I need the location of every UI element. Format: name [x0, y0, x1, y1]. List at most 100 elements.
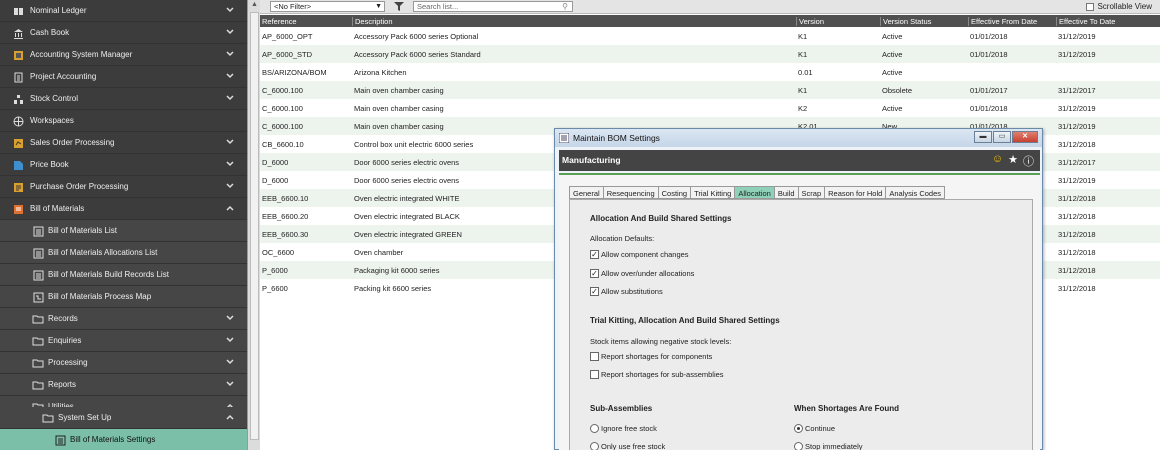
chevron-up-icon	[225, 203, 235, 213]
sidebar-item-workspaces[interactable]: Workspaces	[0, 110, 247, 132]
table-row[interactable]: AP_6000_STD Accessory Pack 6000 series St…	[260, 45, 1160, 63]
folder-icon	[42, 412, 54, 424]
column-header-effective-to[interactable]: Effective To Date	[1056, 17, 1115, 26]
sidebar-item-nominal-ledger[interactable]: Nominal Ledger	[0, 0, 247, 22]
sidebar-item-project-accounting[interactable]: Project Accounting	[0, 66, 247, 88]
settings-tabs: General Resequencing Costing Trial Kitti…	[569, 186, 946, 199]
sidebar-folder-records[interactable]: Records	[0, 308, 247, 330]
favourite-star-icon[interactable]: ★	[1008, 153, 1018, 169]
radio-circle[interactable]	[794, 424, 803, 433]
table-cell: Active	[882, 32, 903, 41]
radio-stop-immediately[interactable]: Stop immediately	[794, 442, 863, 450]
column-header-version-status[interactable]: Version Status	[880, 17, 931, 26]
sidebar-item-price-book[interactable]: Price Book	[0, 154, 247, 176]
table-cell: Arizona Kitchen	[354, 68, 407, 77]
sidebar-item-bom-allocations-list[interactable]: Bill of Materials Allocations List	[0, 242, 247, 264]
bom-icon	[12, 203, 24, 215]
table-cell: 31/12/2018	[1058, 266, 1096, 275]
checkbox-box[interactable]: ✓	[590, 287, 599, 296]
table-cell: Obsolete	[882, 86, 913, 95]
sidebar-folder-processing[interactable]: Processing	[0, 352, 247, 374]
grid-header: Reference Description Version Version St…	[260, 15, 1160, 27]
maximize-button[interactable]: ▭	[993, 131, 1011, 143]
sidebar-scrollbar[interactable]: ▲	[247, 0, 260, 450]
list-icon	[32, 269, 44, 281]
tab-costing[interactable]: Costing	[657, 186, 691, 199]
table-cell: 31/12/2017	[1058, 86, 1096, 95]
table-cell: EEB_6600.30	[262, 230, 309, 239]
help-icon[interactable]: ⓘ	[1023, 153, 1034, 169]
checkbox-box[interactable]	[590, 370, 599, 379]
close-button[interactable]: ✕	[1012, 131, 1038, 143]
checkbox-allow-over-under-allocations[interactable]: ✓ Allow over/under allocations	[590, 269, 694, 278]
table-cell: Oven chamber	[354, 248, 404, 257]
tab-build[interactable]: Build	[773, 186, 798, 199]
dialog-titlebar[interactable]: Maintain BOM Settings ▬ ▭ ✕	[555, 129, 1042, 147]
radio-continue[interactable]: Continue	[794, 424, 835, 433]
checkbox-allow-substitutions[interactable]: ✓ Allow substitutions	[590, 287, 663, 296]
table-cell: 31/12/2018	[1058, 212, 1096, 221]
sidebar-item-bom-settings[interactable]: Bill of Materials Settings	[0, 429, 247, 450]
filter-funnel-icon[interactable]	[393, 1, 405, 12]
tab-general[interactable]: General	[569, 186, 603, 199]
scrollbar-thumb[interactable]	[250, 12, 259, 440]
sidebar-item-stock-control[interactable]: Stock Control	[0, 88, 247, 110]
table-cell: C_6000.100	[262, 104, 303, 113]
radio-circle[interactable]	[794, 442, 803, 450]
radio-circle[interactable]	[590, 424, 599, 433]
tab-trial-kitting[interactable]: Trial Kitting	[690, 186, 735, 199]
smiley-feedback-icon[interactable]: ☺	[992, 153, 1003, 169]
checkbox-report-shortages-components[interactable]: Report shortages for components	[590, 352, 712, 361]
checkbox-allow-component-changes[interactable]: ✓ Allow component changes	[590, 250, 689, 259]
scrollable-view-toggle[interactable]: Scrollable View	[1086, 1, 1152, 12]
column-header-reference[interactable]: Reference	[260, 17, 297, 26]
sidebar-item-bom-process-map[interactable]: Bill of Materials Process Map	[0, 286, 247, 308]
sidebar-item-bom-build-records-list[interactable]: Bill of Materials Build Records List	[0, 264, 247, 286]
tab-analysis-codes[interactable]: Analysis Codes	[885, 186, 946, 199]
radio-ignore-free-stock[interactable]: Ignore free stock	[590, 424, 657, 433]
tab-allocation[interactable]: Allocation	[734, 186, 774, 199]
checkbox-report-shortages-subassemblies[interactable]: Report shortages for sub-assemblies	[590, 370, 724, 379]
checkbox-box[interactable]: ✓	[590, 250, 599, 259]
sidebar-folder-system-set-up[interactable]: System Set Up	[0, 407, 247, 429]
sidebar-item-accounting-system-manager[interactable]: Accounting System Manager	[0, 44, 247, 66]
sidebar-item-sales-order-processing[interactable]: Sales Order Processing	[0, 132, 247, 154]
table-row[interactable]: C_6000.100 Main oven chamber casing K1 Obso…	[260, 81, 1160, 99]
filter-select[interactable]: <No Filter> ▼	[270, 1, 385, 12]
column-header-version[interactable]: Version	[796, 17, 824, 26]
scrollable-view-checkbox[interactable]	[1086, 2, 1095, 11]
tab-scrap[interactable]: Scrap	[797, 186, 825, 199]
folder-icon	[32, 313, 44, 325]
sidebar-folder-enquiries[interactable]: Enquiries	[0, 330, 247, 352]
table-cell: Active	[882, 104, 903, 113]
chevron-down-icon	[225, 159, 235, 169]
table-cell: Main oven chamber casing	[354, 86, 444, 95]
chevron-down-icon	[225, 5, 235, 15]
table-row[interactable]: C_6000.100 Main oven chamber casing K2 Acti…	[260, 99, 1160, 117]
tab-resequencing[interactable]: Resequencing	[602, 186, 658, 199]
radio-only-use-free-stock[interactable]: Only use free stock	[590, 442, 665, 450]
scroll-up-arrow-icon[interactable]: ▲	[250, 0, 259, 10]
checkbox-box[interactable]: ✓	[590, 269, 599, 278]
sidebar-item-bom-list[interactable]: Bill of Materials List	[0, 220, 247, 242]
table-row[interactable]: AP_6000_OPT Accessory Pack 6000 series Op…	[260, 27, 1160, 45]
search-input[interactable]: Search list... ⚲	[413, 1, 573, 12]
bank-icon	[12, 27, 24, 39]
sidebar-item-cash-book[interactable]: Cash Book	[0, 22, 247, 44]
sidebar-item-purchase-order-processing[interactable]: Purchase Order Processing	[0, 176, 247, 198]
tab-reason-for-hold[interactable]: Reason for Hold	[824, 186, 886, 199]
project-icon	[12, 71, 24, 83]
checkbox-box[interactable]	[590, 352, 599, 361]
list-toolbar: <No Filter> ▼ Search list... ⚲ Scrollabl…	[260, 0, 1160, 14]
search-icon[interactable]: ⚲	[562, 2, 568, 11]
minimize-button[interactable]: ▬	[974, 131, 992, 143]
sidebar-folder-reports[interactable]: Reports	[0, 374, 247, 396]
allocation-defaults-label: Allocation Defaults:	[590, 234, 655, 243]
column-header-effective-from[interactable]: Effective From Date	[968, 17, 1037, 26]
column-header-description[interactable]: Description	[352, 17, 393, 26]
radio-circle[interactable]	[590, 442, 599, 450]
table-cell: C_6000.100	[262, 86, 303, 95]
table-row[interactable]: BS/ARIZONA/BOM Arizona Kitchen 0.01 Active	[260, 63, 1160, 81]
section-title-sub-assemblies: Sub-Assemblies	[590, 404, 653, 413]
sidebar-item-bill-of-materials[interactable]: Bill of Materials	[0, 198, 247, 220]
